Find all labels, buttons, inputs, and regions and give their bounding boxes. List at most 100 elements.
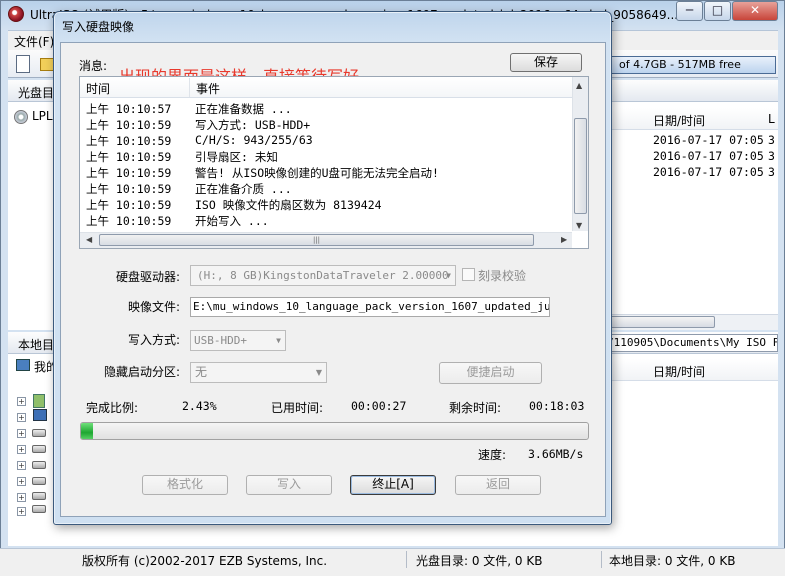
tree-expand-icon[interactable]: + (17, 429, 26, 438)
log-row-time: 上午 10:10:59 (86, 134, 172, 148)
log-row-event: 正在准备介质 ... (195, 182, 292, 196)
chevron-down-icon: ▼ (276, 336, 281, 345)
image-file-label: 映像文件: (128, 300, 181, 314)
log-row-time: 上午 10:10:59 (86, 214, 172, 228)
status-copyright: 版权所有 (c)2002-2017 EZB Systems, Inc. (82, 554, 328, 568)
tree-expand-icon[interactable]: + (17, 413, 26, 422)
drive-icon (32, 461, 46, 469)
menu-file[interactable]: 文件(F) (14, 33, 54, 50)
drive-icon (32, 477, 46, 485)
local-path-field[interactable]: 7110905\Documents\My ISO Fi (600, 334, 778, 352)
tree-expand-icon[interactable]: + (17, 445, 26, 454)
drive-icon (32, 445, 46, 453)
format-button[interactable]: 格式化 (142, 475, 228, 495)
elapsed-time: 00:00:27 (351, 399, 407, 413)
speed-label: 速度: (478, 448, 507, 462)
log-row-time: 上午 10:10:59 (86, 198, 172, 212)
ultraiso-app-icon (8, 6, 24, 22)
verify-label[interactable]: 刻录校验 (478, 267, 526, 284)
verify-checkbox[interactable] (462, 268, 475, 281)
file-row-extra: 3 (768, 165, 775, 179)
progress-bar-fill (81, 423, 94, 439)
log-column-time[interactable]: 时间 (86, 80, 110, 97)
tree-expand-icon[interactable]: + (17, 397, 26, 406)
close-icon: ✕ (749, 3, 761, 17)
log-column-event[interactable]: 事件 (196, 80, 220, 97)
save-log-button[interactable]: 保存 (510, 53, 582, 72)
close-window-button[interactable]: ✕ (732, 1, 778, 21)
tree-expand-icon[interactable]: + (17, 493, 26, 502)
progress-bar (80, 422, 589, 440)
drive-icon (32, 505, 46, 513)
drive-select-value: (H:, 8 GB)KingstonDataTraveler 2.00000 (197, 269, 449, 282)
write-method-label: 写入方式: (128, 333, 181, 347)
drive-select[interactable]: (H:, 8 GB)KingstonDataTraveler 2.00000 ▼ (190, 265, 456, 286)
speed-value: 3.66MB/s (528, 447, 584, 461)
scroll-down-icon[interactable]: ▼ (576, 221, 582, 230)
write-method-select[interactable]: USB-HDD+ ▼ (190, 330, 286, 351)
log-row-event: 正在准备数据 ... (195, 102, 292, 116)
log-row-event: 写入方式: USB-HDD+ (195, 118, 311, 132)
remaining-time: 00:18:03 (529, 399, 585, 413)
local-pane-label: 本地目 (18, 338, 55, 352)
log-vscroll-thumb[interactable] (574, 118, 587, 214)
column-header-date[interactable]: 日期/时间 (653, 112, 705, 129)
tree-expand-icon[interactable]: + (17, 477, 26, 486)
write-button[interactable]: 写入 (246, 475, 332, 495)
new-file-icon[interactable] (16, 55, 30, 73)
status-disc-directory: 光盘目录: 0 文件, 0 KB (416, 554, 543, 568)
disc-icon (14, 110, 28, 124)
file-row-date[interactable]: 2016-07-17 07:05 (653, 149, 764, 163)
status-local-directory: 本地目录: 0 文件, 0 KB (609, 554, 736, 568)
maximize-button[interactable]: □ (704, 1, 731, 21)
write-method-value: USB-HDD+ (194, 334, 247, 347)
column-header-extra[interactable]: L (768, 112, 775, 126)
folder-icon (33, 394, 45, 408)
log-row-time: 上午 10:10:59 (86, 150, 172, 164)
file-row-extra: 3 (768, 133, 775, 147)
log-row-time: 上午 10:10:59 (86, 182, 172, 196)
log-row-time: 上午 10:10:57 (86, 102, 172, 116)
scroll-up-icon[interactable]: ▲ (576, 81, 582, 90)
log-row-event: 警告! 从ISO映像创建的U盘可能无法完全启动! (195, 166, 439, 180)
log-row-event: 开始写入 ... (195, 214, 269, 228)
log-row-event: C/H/S: 943/255/63 (195, 133, 313, 147)
elapsed-label: 已用时间: (271, 401, 324, 415)
chevron-down-icon: ▼ (315, 368, 322, 377)
quick-boot-button[interactable]: 便捷启动 (439, 362, 542, 384)
hidden-partition-value: 无 (195, 365, 208, 379)
remaining-label: 剩余时间: (449, 401, 502, 415)
drive-icon (32, 492, 46, 500)
tree-expand-icon[interactable]: + (17, 507, 26, 516)
minimize-button[interactable]: ─ (676, 1, 703, 21)
column-divider[interactable] (189, 78, 190, 97)
maximize-icon: □ (711, 3, 724, 17)
file-row-extra: 3 (768, 149, 775, 163)
file-row-date[interactable]: 2016-07-17 07:05 (653, 133, 764, 147)
file-row-date[interactable]: 2016-07-17 07:05 (653, 165, 764, 179)
log-row-event: ISO 映像文件的扇区数为 8139424 (195, 198, 382, 212)
tree-expand-icon[interactable]: + (17, 461, 26, 470)
status-divider (601, 551, 602, 568)
back-button[interactable]: 返回 (455, 475, 541, 495)
scroll-right-icon[interactable]: ▶ (561, 235, 567, 244)
log-row-time: 上午 10:10:59 (86, 118, 172, 132)
log-row-time: 上午 10:10:59 (86, 166, 172, 180)
chevron-down-icon: ▼ (446, 271, 451, 280)
disc-free-space-bar: of 4.7GB - 517MB free (600, 56, 776, 74)
computer-icon (16, 359, 30, 371)
image-file-field[interactable]: E:\mu_windows_10_language_pack_version_1… (190, 297, 550, 317)
minimize-icon: ─ (685, 3, 694, 17)
status-divider (406, 551, 407, 568)
log-header (80, 77, 572, 98)
column-header-date[interactable]: 日期/时间 (653, 363, 705, 380)
abort-button[interactable]: 终止[A] (350, 475, 436, 495)
hidden-partition-select[interactable]: 无 ▼ (190, 362, 327, 383)
log-hscroll-thumb[interactable]: ||| (99, 234, 534, 246)
monitor-icon (33, 409, 47, 421)
disc-list-hscroll-thumb[interactable] (610, 316, 715, 328)
disc-pane-label: 光盘目 (18, 86, 55, 100)
messages-label: 消息: (79, 59, 108, 73)
log-row-event: 引导扇区: 未知 (195, 150, 278, 164)
scroll-left-icon[interactable]: ◀ (86, 235, 92, 244)
